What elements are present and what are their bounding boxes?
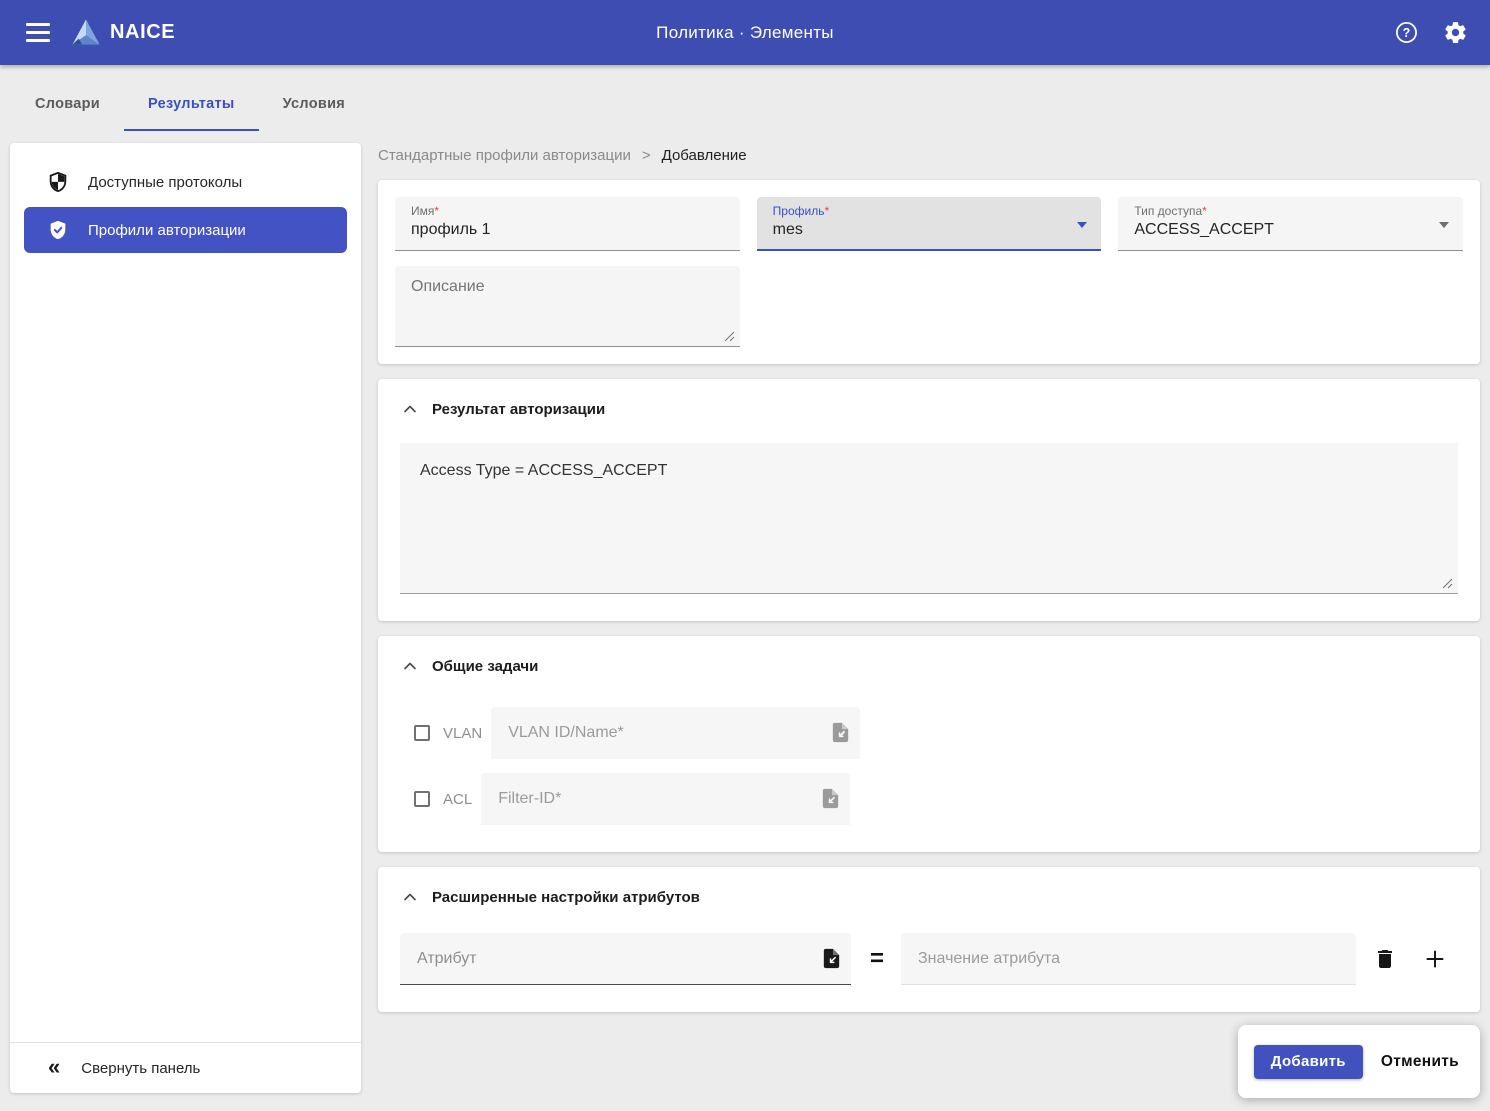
- brand: NAICE: [70, 17, 175, 49]
- shield-check-icon: [50, 220, 66, 240]
- collapse-panel-button[interactable]: « Свернуть панель: [10, 1043, 361, 1093]
- tab-conditions[interactable]: Условия: [259, 65, 369, 131]
- profile-form-card: Имя* Профиль* mes Тип доступа* ACCESS_AC…: [378, 180, 1480, 364]
- attribute-field: [400, 933, 851, 985]
- auth-result-title: Результат авторизации: [432, 400, 606, 418]
- collapse-panel-label: Свернуть панель: [81, 1059, 201, 1077]
- submit-button[interactable]: Добавить: [1253, 1044, 1363, 1079]
- advanced-attrs-header[interactable]: Расширенные настройки атрибутов: [400, 887, 1458, 907]
- common-tasks-title: Общие задачи: [432, 657, 539, 675]
- file-import-icon[interactable]: [820, 947, 843, 973]
- access-type-select[interactable]: Тип доступа* ACCESS_ACCEPT: [1118, 197, 1464, 251]
- acl-checkbox[interactable]: [414, 791, 430, 807]
- auth-result-textarea[interactable]: Access Type = ACCESS_ACCEPT: [400, 443, 1458, 591]
- appbar-actions: ?: [1390, 16, 1472, 49]
- sidebar-item-auth-profiles[interactable]: Профили авторизации: [24, 207, 347, 253]
- advanced-attrs-card: Расширенные настройки атрибутов Атрибут …: [378, 867, 1480, 1012]
- attribute-input[interactable]: [400, 949, 851, 968]
- settings-gear-icon[interactable]: [1439, 16, 1472, 49]
- app-bar: NAICE Политика · Элементы ?: [0, 0, 1490, 65]
- svg-text:?: ?: [1403, 26, 1411, 40]
- equals-sign: =: [870, 945, 885, 972]
- vlan-id-field: [491, 707, 861, 759]
- profile-label: Профиль: [772, 204, 825, 218]
- screen: NAICE Политика · Элементы ? Словари Резу…: [0, 0, 1490, 1111]
- chevron-down-icon: [1077, 222, 1088, 228]
- menu-icon[interactable]: [22, 17, 54, 49]
- brand-name: NAICE: [110, 21, 176, 43]
- breadcrumb: Стандартные профили авторизации > Добавл…: [378, 144, 1480, 166]
- attribute-value-input[interactable]: [901, 949, 1357, 968]
- file-import-icon[interactable]: [829, 721, 852, 747]
- breadcrumb-separator: >: [641, 146, 651, 164]
- filter-id-field: [481, 773, 851, 825]
- delete-row-icon[interactable]: [1373, 947, 1397, 971]
- description-field[interactable]: [395, 266, 740, 347]
- chevron-up-icon: [404, 662, 416, 670]
- tab-bar: Словари Результаты Условия: [0, 65, 1490, 131]
- resize-handle-icon[interactable]: [724, 331, 735, 342]
- profile-select[interactable]: Профиль* mes: [756, 197, 1102, 251]
- page-title: Политика · Элементы: [656, 22, 834, 42]
- sidebar: Доступные протоколы Профили авторизации …: [10, 143, 361, 1093]
- breadcrumb-current: Добавление: [661, 146, 747, 164]
- content: Доступные протоколы Профили авторизации …: [0, 131, 1490, 1093]
- naice-logo-icon: [72, 19, 100, 44]
- name-input[interactable]: [411, 221, 726, 239]
- sidebar-item-label: Профили авторизации: [88, 221, 246, 239]
- filter-id-input[interactable]: [481, 790, 851, 808]
- main-content: Стандартные профили авторизации > Добавл…: [378, 131, 1480, 1012]
- advanced-attrs-title: Расширенные настройки атрибутов: [432, 888, 700, 906]
- attribute-row: =: [400, 933, 1458, 985]
- name-field[interactable]: Имя*: [395, 197, 740, 251]
- shield-icon: [49, 171, 67, 193]
- vlan-checkbox-label: VLAN: [443, 724, 483, 742]
- access-type-label: Тип доступа: [1134, 204, 1203, 218]
- acl-checkbox-label: ACL: [443, 790, 473, 808]
- common-tasks-header[interactable]: Общие задачи: [400, 656, 1458, 676]
- auth-result-box: Access Type = ACCESS_ACCEPT: [400, 443, 1458, 594]
- profile-value: mes: [772, 221, 803, 238]
- sidebar-item-available-protocols[interactable]: Доступные протоколы: [24, 159, 347, 205]
- required-asterisk: *: [824, 204, 830, 218]
- cancel-button[interactable]: Отменить: [1381, 1053, 1459, 1071]
- chevron-up-icon: [404, 405, 416, 413]
- required-asterisk: *: [1202, 204, 1207, 218]
- breadcrumb-parent[interactable]: Стандартные профили авторизации: [378, 147, 631, 164]
- form-actions: Добавить Отменить: [1237, 1025, 1480, 1098]
- sidebar-item-label: Доступные протоколы: [88, 173, 243, 191]
- name-label: Имя: [411, 204, 435, 218]
- double-chevron-left-icon: «: [48, 1053, 61, 1079]
- access-type-value: ACCESS_ACCEPT: [1134, 221, 1274, 238]
- vlan-task-row: VLAN: [400, 707, 1458, 759]
- auth-result-header[interactable]: Результат авторизации: [400, 399, 1458, 419]
- auth-result-card: Результат авторизации Access Type = ACCE…: [378, 379, 1480, 621]
- chevron-up-icon: [404, 893, 416, 901]
- acl-task-row: ACL: [400, 773, 1458, 825]
- vlan-id-input[interactable]: [491, 724, 861, 742]
- tab-dictionaries[interactable]: Словари: [11, 65, 124, 131]
- help-icon[interactable]: ?: [1390, 16, 1423, 49]
- add-row-icon[interactable]: [1422, 946, 1448, 972]
- chevron-down-icon: [1439, 222, 1450, 228]
- tab-results[interactable]: Результаты: [124, 65, 259, 131]
- required-asterisk: *: [434, 204, 440, 218]
- description-textarea[interactable]: [411, 278, 726, 336]
- file-import-icon[interactable]: [819, 787, 842, 813]
- vlan-checkbox[interactable]: [414, 725, 430, 741]
- resize-handle-icon[interactable]: [1442, 578, 1453, 589]
- attribute-value-field: [901, 933, 1357, 985]
- common-tasks-card: Общие задачи VLAN VLAN ID/Name* ACL Filt…: [378, 636, 1480, 852]
